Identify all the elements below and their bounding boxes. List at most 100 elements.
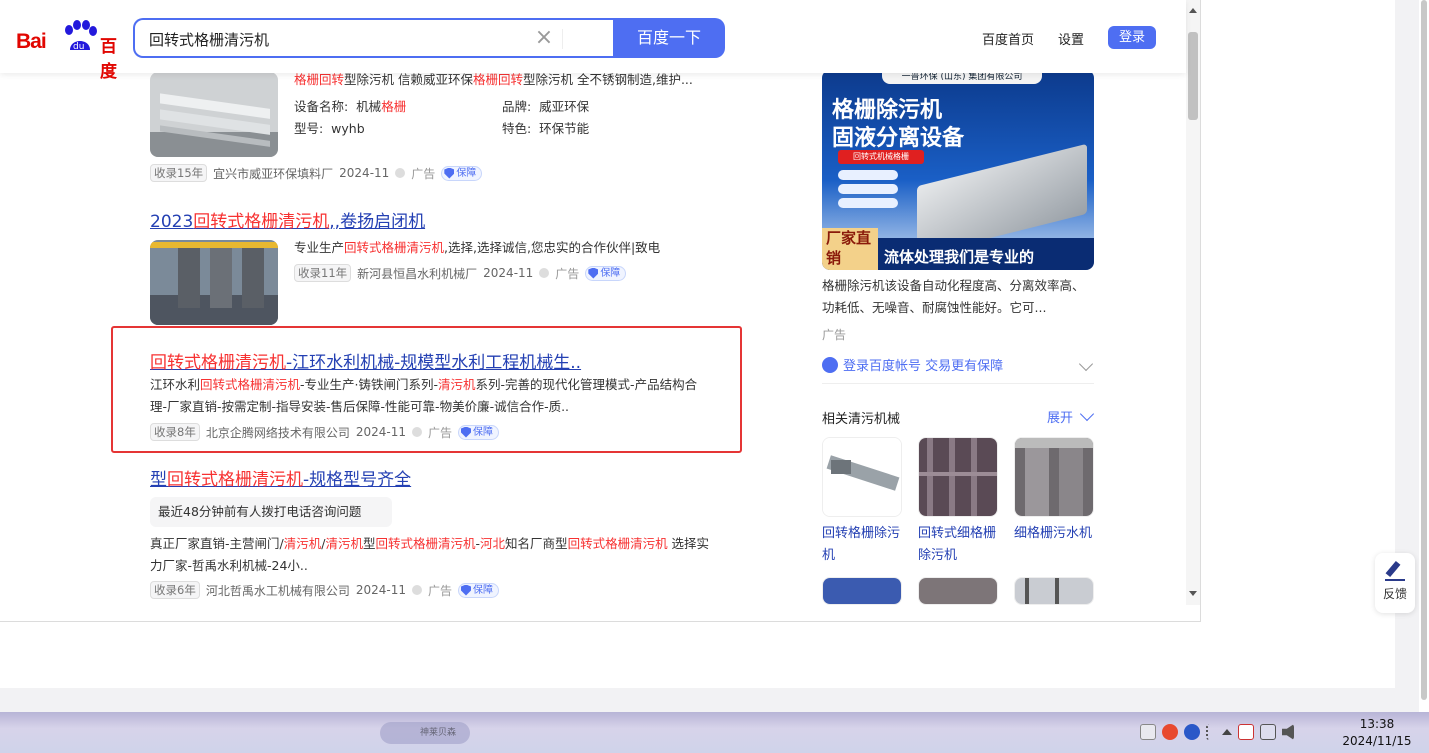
page-bottom-area: [0, 622, 1395, 688]
result-title-link[interactable]: 回转式格栅清污机-江环水利机械-规模型水利工程机械生..: [150, 353, 581, 373]
volume-icon[interactable]: [1282, 724, 1294, 740]
highlight-text: 河北: [480, 536, 506, 551]
related-item-label: 回转格栅除污机: [822, 526, 901, 563]
indexed-years-tag: 收录15年: [150, 164, 208, 182]
nav-settings-link[interactable]: 设置: [1058, 29, 1084, 48]
title-text: -规格型号齐全: [303, 470, 412, 490]
ad-banner-image[interactable]: 一普环保 (山东) 集团有限公司 格栅除污机 固液分离设备 回转式机械格栅 厂家…: [822, 70, 1094, 270]
info-icon[interactable]: [411, 427, 422, 437]
search-button[interactable]: 百度一下: [613, 18, 725, 58]
spec-label: 设备名称:: [294, 99, 349, 114]
guarantee-badge[interactable]: 保障: [458, 424, 499, 440]
highlight-text: 回转式格栅清污机: [200, 377, 301, 392]
desc-text: 型: [362, 536, 376, 551]
result-4-description: 真正厂家直销-主营闸门/清污机/清污机型回转式格栅清污机-河北知名厂商型回转式格…: [150, 533, 710, 577]
recent-call-notice[interactable]: 最近48分钟前有人拨打电话咨询问题: [150, 497, 392, 527]
guarantee-label: 保障: [473, 426, 493, 438]
help-icon[interactable]: [1184, 724, 1200, 740]
related-item[interactable]: [918, 577, 998, 605]
login-guarantee-text: 登录百度帐号 交易更有保障: [843, 359, 1004, 374]
feedback-button[interactable]: 反馈: [1375, 553, 1415, 613]
section-divider: [822, 383, 1094, 384]
chevron-up-icon[interactable]: [1222, 729, 1232, 735]
sogou-icon[interactable]: [1162, 724, 1178, 740]
result-2-meta: 收录11年 新河县恒昌水利机械厂 2024-11 广告 保障: [294, 264, 627, 282]
expand-button[interactable]: 展开: [1047, 407, 1073, 426]
close-icon[interactable]: ×: [533, 27, 555, 49]
highlight-text: 回转式格栅清污机: [344, 240, 445, 255]
system-clock[interactable]: 13:38 2024/11/15: [1340, 716, 1414, 750]
clock-time: 13:38: [1359, 717, 1395, 731]
info-icon[interactable]: [395, 168, 406, 178]
title-text: 2023: [150, 212, 194, 232]
info-icon[interactable]: [539, 268, 550, 278]
spec-value: 机械: [356, 99, 382, 114]
highlight-text: 清污机: [283, 536, 322, 551]
result-3-title[interactable]: 回转式格栅清污机-江环水利机械-规模型水利工程机械生..: [150, 348, 581, 373]
spec-label: 品牌:: [502, 99, 532, 114]
shield-icon: [444, 167, 455, 179]
taskbar-app[interactable]: 神莱贝森: [380, 722, 470, 744]
guarantee-label: 保障: [456, 167, 477, 179]
chevron-down-icon[interactable]: [1078, 356, 1094, 372]
related-item-image: [822, 577, 902, 605]
result-4-meta: 收录6年 河北哲禹水工机械有限公司 2024-11 广告 保障: [150, 581, 499, 599]
ad-description[interactable]: 格栅除污机该设备自动化程度高、分离效率高、功耗低、无噪音、耐腐蚀性能好。它可..…: [822, 275, 1094, 319]
login-guarantee-link[interactable]: 登录百度帐号 交易更有保障: [822, 355, 1003, 374]
guarantee-badge[interactable]: 保障: [585, 265, 627, 281]
info-icon[interactable]: [411, 585, 422, 595]
highlight-text: 回转式格栅清污机: [193, 212, 330, 232]
related-item[interactable]: 细格栅污水机: [1014, 437, 1094, 545]
desc-text: 真正厂家直销-主营闸门/: [150, 536, 284, 551]
highlight-text: 回转式格栅清污机: [150, 353, 286, 373]
ad-headline-2: 固液分离设备: [832, 126, 965, 151]
guarantee-badge[interactable]: 保障: [441, 165, 483, 181]
outer-scrollbar-thumb[interactable]: [1421, 0, 1427, 700]
chevron-down-icon[interactable]: [1079, 406, 1095, 422]
spec-equipment-name: 设备名称: 机械格栅: [294, 96, 406, 115]
result-thumbnail[interactable]: [150, 72, 278, 157]
spec-label: 特色:: [502, 121, 532, 136]
inner-scrollbar-thumb[interactable]: [1188, 32, 1198, 120]
scroll-up-arrow-icon[interactable]: [1189, 8, 1197, 13]
company-name[interactable]: 北京企腾网络技术有限公司: [206, 424, 350, 441]
outer-scrollbar[interactable]: [1419, 0, 1429, 712]
related-item[interactable]: 回转格栅除污机: [822, 437, 902, 567]
desc-text: ,选择,选择诚信,您忠实的合作伙伴|致电: [444, 240, 661, 255]
company-name[interactable]: 新河县恒昌水利机械厂: [357, 265, 477, 282]
scroll-down-arrow-icon[interactable]: [1189, 591, 1197, 596]
search-input[interactable]: 回转式格栅清污机: [149, 29, 519, 50]
network-icon[interactable]: [1260, 724, 1276, 740]
desc-text: 知名厂商型: [505, 536, 568, 551]
result-title-link[interactable]: 2023回转式格栅清污机,,卷扬启闭机: [150, 212, 425, 232]
indexed-years-tag: 收录11年: [294, 264, 352, 282]
guarantee-badge[interactable]: 保障: [458, 582, 499, 598]
inner-scrollbar[interactable]: [1186, 0, 1200, 605]
related-item[interactable]: [822, 577, 902, 605]
settings-icon[interactable]: [1206, 724, 1216, 740]
company-name[interactable]: 河北哲禹水工机械有限公司: [206, 582, 350, 599]
ad-factory-direct: 厂家直销: [822, 228, 878, 270]
baidu-logo[interactable]: Bai du 百度: [16, 20, 120, 82]
flag-icon[interactable]: [1238, 724, 1254, 740]
company-name[interactable]: 宜兴市威亚环保填料厂: [213, 165, 333, 182]
search-box[interactable]: 回转式格栅清污机 ×: [133, 18, 615, 58]
desc-text: 型除污机 全不锈钢制造,维护...: [523, 72, 693, 87]
system-tray: [1140, 717, 1294, 747]
result-date: 2024-11: [339, 166, 390, 180]
result-thumbnail[interactable]: [150, 240, 278, 325]
result-title-link[interactable]: 型回转式格栅清污机-规格型号齐全: [150, 470, 411, 490]
related-item[interactable]: 回转式细格栅除污机: [918, 437, 998, 567]
result-date: 2024-11: [483, 266, 534, 280]
logo-text-right: 百度: [100, 37, 117, 82]
result-4-title[interactable]: 型回转式格栅清污机-规格型号齐全: [150, 465, 411, 490]
title-text: -江环水利机械-规模型水利工程机械生..: [286, 353, 582, 373]
guarantee-label: 保障: [473, 584, 493, 596]
nav-home-link[interactable]: 百度首页: [982, 29, 1034, 48]
related-item[interactable]: [1014, 577, 1094, 605]
document-icon[interactable]: [1140, 724, 1156, 740]
svg-text:du: du: [73, 42, 84, 52]
result-2-title[interactable]: 2023回转式格栅清污机,,卷扬启闭机: [150, 207, 425, 232]
login-button[interactable]: 登录: [1108, 26, 1156, 49]
indexed-years-tag: 收录8年: [150, 423, 200, 441]
